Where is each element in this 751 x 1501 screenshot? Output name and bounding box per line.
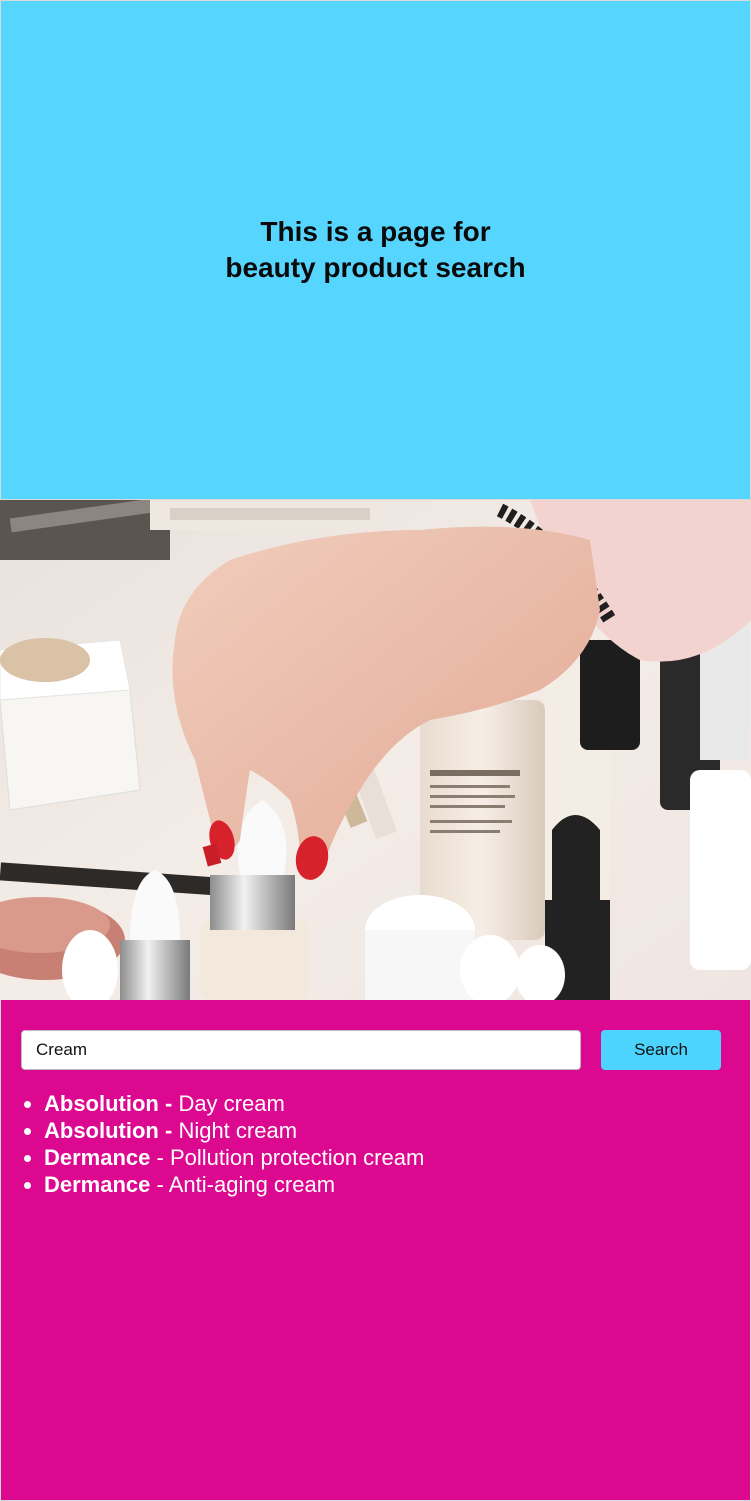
result-separator: -: [150, 1145, 170, 1170]
result-product: Anti-aging cream: [168, 1172, 336, 1197]
list-item[interactable]: Absolution - Day cream: [44, 1090, 424, 1117]
results-list: Absolution - Day cream Absolution - Nigh…: [1, 1090, 424, 1198]
result-brand: Dermance: [44, 1145, 151, 1170]
search-button[interactable]: Search: [601, 1030, 721, 1070]
page-title: This is a page for beauty product search: [196, 214, 556, 286]
page: This is a page for beauty product search: [0, 0, 751, 1501]
list-item[interactable]: Absolution - Night cream: [44, 1117, 424, 1144]
search-input[interactable]: [21, 1030, 581, 1070]
beauty-products-photo: [0, 500, 751, 1000]
result-brand: Absolution -: [44, 1091, 173, 1116]
page-title-line-2: beauty product search: [225, 252, 526, 283]
result-product: Day cream: [178, 1091, 285, 1116]
page-title-line-1: This is a page for: [260, 216, 491, 247]
result-separator: -: [150, 1172, 169, 1197]
result-brand: Absolution -: [44, 1118, 173, 1143]
list-item[interactable]: Dermance - Anti-aging cream: [44, 1171, 424, 1198]
result-brand: Dermance: [44, 1172, 151, 1197]
list-item[interactable]: Dermance - Pollution protection cream: [44, 1144, 424, 1171]
search-section: Search Absolution - Day cream Absolution…: [0, 1000, 751, 1501]
result-product: Pollution protection cream: [169, 1145, 425, 1170]
result-product: Night cream: [178, 1118, 298, 1143]
beauty-products-illustration: [0, 500, 751, 1000]
hero-banner: This is a page for beauty product search: [0, 0, 751, 500]
